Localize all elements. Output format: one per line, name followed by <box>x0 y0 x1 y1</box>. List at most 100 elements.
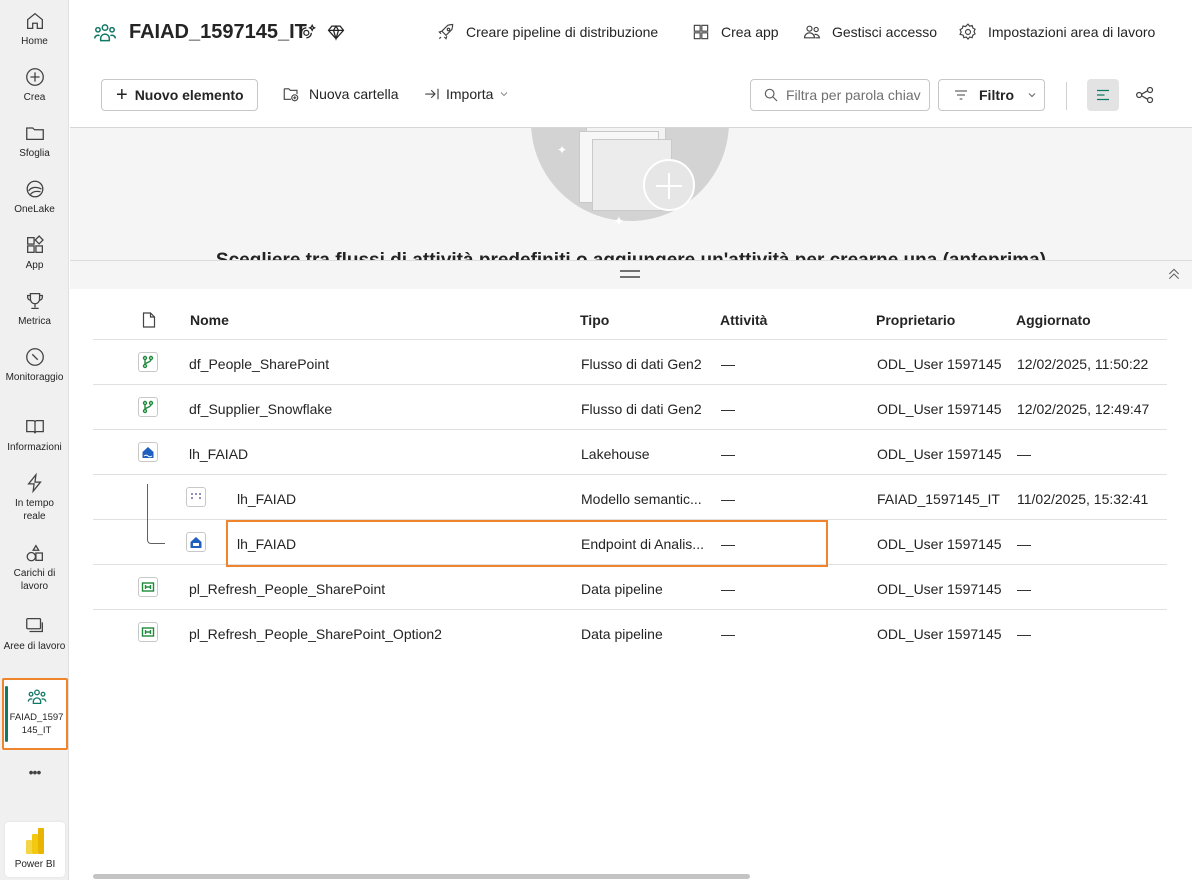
more-options-icon[interactable]: ••• <box>0 764 69 780</box>
rail-label-create: Crea <box>23 92 46 103</box>
new-folder-button[interactable]: Nuova cartella <box>282 85 399 103</box>
rail-item-realtime[interactable]: In tempo reale <box>0 472 69 523</box>
dataflow-icon <box>138 352 158 372</box>
table-row[interactable]: df_Supplier_Snowflake Flusso di dati Gen… <box>93 385 1167 430</box>
item-name-link[interactable]: pl_Refresh_People_SharePoint <box>189 581 385 597</box>
rail-item-create[interactable]: Crea <box>0 66 69 104</box>
workspace-items-table: Nome Tipo Attività Proprietario Aggiorna… <box>93 296 1167 655</box>
filter-icon <box>955 90 967 100</box>
lineage-view-toggle[interactable] <box>1129 79 1161 111</box>
rail-item-home[interactable]: Home <box>0 10 69 48</box>
item-name-link[interactable]: lh_FAIAD <box>189 446 248 462</box>
drag-handle-icon[interactable] <box>620 270 640 278</box>
powerbi-logo-icon <box>26 828 44 854</box>
item-owner: ODL_User 1597145 <box>877 581 1002 597</box>
import-dropdown[interactable]: Importa <box>423 85 510 103</box>
column-header-activity[interactable]: Attività <box>720 312 767 328</box>
rail-item-current-workspace[interactable]: FAIAD_1597145_IT <box>2 678 68 750</box>
rail-label-current-workspace: FAIAD_1597145_IT <box>9 712 64 736</box>
list-view-toggle[interactable] <box>1087 79 1119 111</box>
workspace-identity-icon[interactable] <box>298 22 318 42</box>
new-item-label: Nuovo elemento <box>134 87 244 103</box>
item-type: Lakehouse <box>581 446 650 462</box>
item-name-link[interactable]: df_Supplier_Snowflake <box>189 401 332 417</box>
column-header-updated[interactable]: Aggiornato <box>1016 312 1091 328</box>
filter-keyword-search[interactable] <box>750 79 930 111</box>
premium-diamond-icon[interactable] <box>326 22 346 42</box>
item-type: Data pipeline <box>581 626 663 642</box>
rail-item-learn[interactable]: Informazioni <box>0 416 69 454</box>
workspace-settings-button[interactable]: Impostazioni area di lavoro <box>958 22 1155 42</box>
book-icon <box>25 419 44 434</box>
add-circle-icon <box>643 159 695 211</box>
rail-item-browse[interactable]: Sfoglia <box>0 122 69 160</box>
table-row[interactable]: df_People_SharePoint Flusso di dati Gen2… <box>93 340 1167 385</box>
item-type: Modello semantic... <box>581 491 702 507</box>
task-flow-message: Scegliere tra flussi di attività predefi… <box>70 250 1192 260</box>
horizontal-scrollbar[interactable] <box>93 874 750 879</box>
item-owner: ODL_User 1597145 <box>877 401 1002 417</box>
item-activity: — <box>721 581 735 597</box>
rail-item-workspaces[interactable]: Aree di lavoro <box>0 615 69 653</box>
chevron-down-icon <box>1028 93 1036 98</box>
folder-add-icon <box>283 88 299 102</box>
rail-label-metrics: Metrica <box>18 316 51 327</box>
rail-item-metrics[interactable]: Metrica <box>0 290 69 328</box>
file-type-icon <box>142 312 156 328</box>
rail-label-onelake: OneLake <box>14 204 55 215</box>
plus-icon: + <box>116 84 128 106</box>
item-owner: ODL_User 1597145 <box>877 356 1002 372</box>
new-folder-label: Nuova cartella <box>309 86 399 102</box>
tree-connector <box>147 484 165 544</box>
trophy-icon <box>26 293 43 309</box>
new-item-button[interactable]: + Nuovo elemento <box>101 79 258 111</box>
workloads-icon <box>26 544 43 562</box>
search-icon <box>764 88 778 102</box>
manage-access-label: Gestisci accesso <box>832 24 938 40</box>
monitor-icon <box>25 348 44 366</box>
filter-dropdown[interactable]: Filtro <box>938 79 1045 111</box>
apps-icon <box>26 235 44 253</box>
item-updated: — <box>1017 536 1031 552</box>
table-row[interactable]: lh_FAIAD Modello semantic... — FAIAD_159… <box>93 475 1167 520</box>
rail-item-apps[interactable]: App <box>0 234 69 272</box>
column-header-name[interactable]: Nome <box>190 312 229 328</box>
semantic-model-icon <box>186 487 206 507</box>
powerbi-label: Power BI <box>14 859 56 870</box>
create-icon <box>25 68 44 86</box>
item-updated: 12/02/2025, 12:49:47 <box>1017 401 1150 417</box>
rail-item-monitoring[interactable]: Monitoraggio <box>0 346 69 384</box>
column-header-type[interactable]: Tipo <box>580 312 609 328</box>
task-flow-panel: ✦ ✦ Scegliere tra flussi di attività pre… <box>70 128 1192 260</box>
rail-label-apps: App <box>25 260 44 271</box>
workspace-header: FAIAD_1597145_IT Creare pipeline di dist… <box>70 0 1192 66</box>
item-name-link[interactable]: df_People_SharePoint <box>189 356 329 372</box>
lineage-icon <box>1136 86 1154 104</box>
column-header-owner[interactable]: Proprietario <box>876 312 955 328</box>
sql-endpoint-icon <box>186 532 206 552</box>
table-row[interactable]: pl_Refresh_People_SharePoint Data pipeli… <box>93 565 1167 610</box>
rail-label-monitoring: Monitoraggio <box>5 372 64 383</box>
sparkle-icon: ✦ <box>613 213 625 229</box>
collapse-up-icon[interactable] <box>1166 266 1182 282</box>
manage-access-button[interactable]: Gestisci accesso <box>802 22 937 42</box>
rail-item-workloads[interactable]: Carichi di lavoro <box>0 542 69 593</box>
item-name-link[interactable]: lh_FAIAD <box>237 491 296 507</box>
workspace-toolbar: + Nuovo elemento Nuova cartella Importa … <box>70 66 1192 128</box>
search-input[interactable] <box>786 87 921 103</box>
people-icon <box>803 25 821 39</box>
create-deployment-pipeline-button[interactable]: Creare pipeline di distribuzione <box>436 22 658 42</box>
create-app-button[interactable]: Crea app <box>691 22 779 42</box>
rail-item-onelake[interactable]: OneLake <box>0 178 69 216</box>
pipeline-icon <box>138 622 158 642</box>
app-icon <box>693 24 709 40</box>
folder-icon <box>25 127 44 141</box>
item-updated: — <box>1017 626 1031 642</box>
item-activity: — <box>721 626 735 642</box>
panel-splitter[interactable] <box>70 260 1192 289</box>
item-name-link[interactable]: pl_Refresh_People_SharePoint_Option2 <box>189 626 442 642</box>
table-row[interactable]: lh_FAIAD Lakehouse — ODL_User 1597145 — <box>93 430 1167 475</box>
dataflow-icon <box>138 397 158 417</box>
table-row[interactable]: pl_Refresh_People_SharePoint_Option2 Dat… <box>93 610 1167 655</box>
powerbi-switcher[interactable]: Power BI <box>5 822 65 877</box>
